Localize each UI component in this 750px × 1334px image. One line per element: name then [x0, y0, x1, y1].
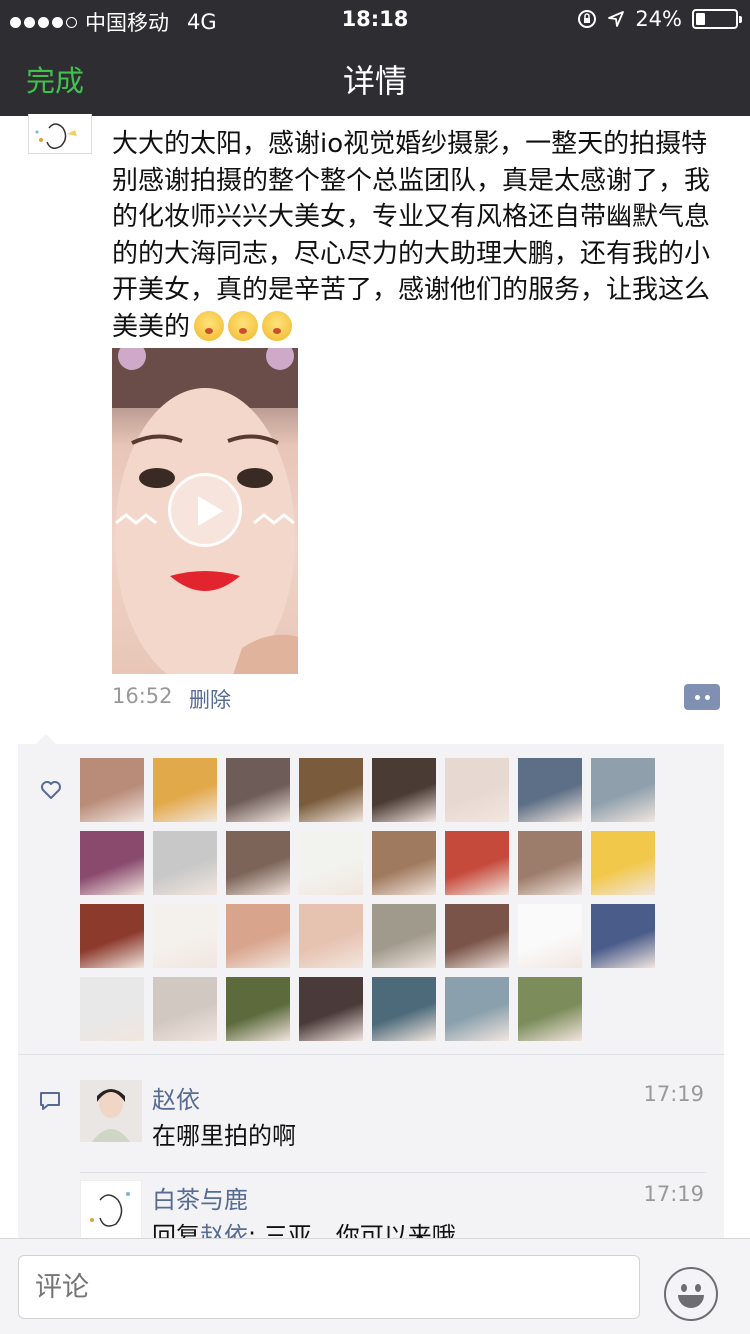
orientation-lock-icon: [578, 10, 597, 28]
panel-arrow: [36, 734, 56, 744]
status-right: 24%: [577, 7, 742, 31]
liker-avatar[interactable]: [591, 904, 655, 968]
liker-avatar[interactable]: [299, 977, 363, 1041]
comment-time: 17:19: [643, 1182, 704, 1206]
liker-avatar[interactable]: [372, 831, 436, 895]
page-title: 详情: [342, 62, 407, 100]
liker-avatar[interactable]: [518, 904, 582, 968]
liker-avatar[interactable]: [80, 977, 144, 1041]
comment-text: 在哪里拍的啊: [152, 1122, 296, 1150]
liker-avatar[interactable]: [153, 904, 217, 968]
liker-avatar[interactable]: [80, 758, 144, 822]
liker-avatar[interactable]: [226, 758, 290, 822]
kissing-emoji-icon: [228, 310, 259, 341]
panel-divider: [18, 1054, 724, 1055]
liker-avatar[interactable]: [299, 904, 363, 968]
kissing-emoji-icon: [194, 310, 225, 341]
commenter-name[interactable]: 白茶与鹿: [152, 1180, 248, 1215]
post-body: 大大的太阳，感谢io视觉婚纱摄影，一整天的拍摄特别感谢拍摄的整个整个总监团队，真…: [112, 129, 711, 342]
liker-avatar[interactable]: [445, 758, 509, 822]
status-bar: 中国移动 4G 18:18 24%: [0, 0, 750, 40]
liker-avatar[interactable]: [372, 758, 436, 822]
liker-avatar[interactable]: [372, 904, 436, 968]
post-time: 16:52: [112, 684, 173, 708]
liker-avatar[interactable]: [591, 758, 655, 822]
location-arrow-icon: [608, 11, 625, 27]
likes-avatar-grid: [80, 758, 655, 1041]
liker-avatar[interactable]: [445, 904, 509, 968]
liker-avatar[interactable]: [591, 831, 655, 895]
liker-avatar[interactable]: [153, 977, 217, 1041]
kissing-emoji-icon: [262, 310, 293, 341]
liker-avatar[interactable]: [299, 758, 363, 822]
liker-avatar[interactable]: [518, 758, 582, 822]
emoji-picker-icon[interactable]: [664, 1267, 718, 1321]
video-thumbnail[interactable]: [112, 348, 298, 674]
liker-avatar[interactable]: [445, 831, 509, 895]
comment-time: 17:19: [643, 1082, 704, 1106]
liker-avatar[interactable]: [445, 977, 509, 1041]
liker-avatar[interactable]: [226, 904, 290, 968]
liker-avatar[interactable]: [80, 904, 144, 968]
comment-separator: [80, 1172, 706, 1173]
heart-icon: [41, 781, 61, 799]
liker-avatar[interactable]: [153, 831, 217, 895]
post-author-avatar[interactable]: [28, 114, 92, 154]
play-icon[interactable]: [168, 473, 242, 547]
commenter-avatar[interactable]: [80, 1080, 142, 1142]
commenter-avatar[interactable]: [80, 1180, 142, 1242]
top-bar: 中国移动 4G 18:18 24% 完成 详情: [0, 0, 750, 116]
comment-input-bar: [0, 1238, 750, 1334]
liker-avatar[interactable]: [153, 758, 217, 822]
post-text: 大大的太阳，感谢io视觉婚纱摄影，一整天的拍摄特别感谢拍摄的整个整个总监团队，真…: [112, 126, 712, 345]
comment-input[interactable]: [18, 1255, 640, 1319]
liker-avatar[interactable]: [299, 831, 363, 895]
comment-icon: [40, 1092, 60, 1110]
avatar-illustration: [35, 123, 77, 149]
liker-avatar[interactable]: [226, 977, 290, 1041]
liker-avatar[interactable]: [226, 831, 290, 895]
liker-avatar[interactable]: [372, 977, 436, 1041]
liker-avatar[interactable]: [518, 831, 582, 895]
delete-button[interactable]: 删除: [189, 684, 231, 714]
commenter-name[interactable]: 赵依: [152, 1080, 200, 1115]
more-actions-icon[interactable]: [684, 684, 720, 710]
battery-percent: 24%: [635, 7, 682, 31]
battery-icon: [692, 9, 742, 29]
comment-item[interactable]: 赵依 17:19 在哪里拍的啊: [80, 1080, 706, 1150]
liker-avatar[interactable]: [80, 831, 144, 895]
liker-avatar[interactable]: [518, 977, 582, 1041]
